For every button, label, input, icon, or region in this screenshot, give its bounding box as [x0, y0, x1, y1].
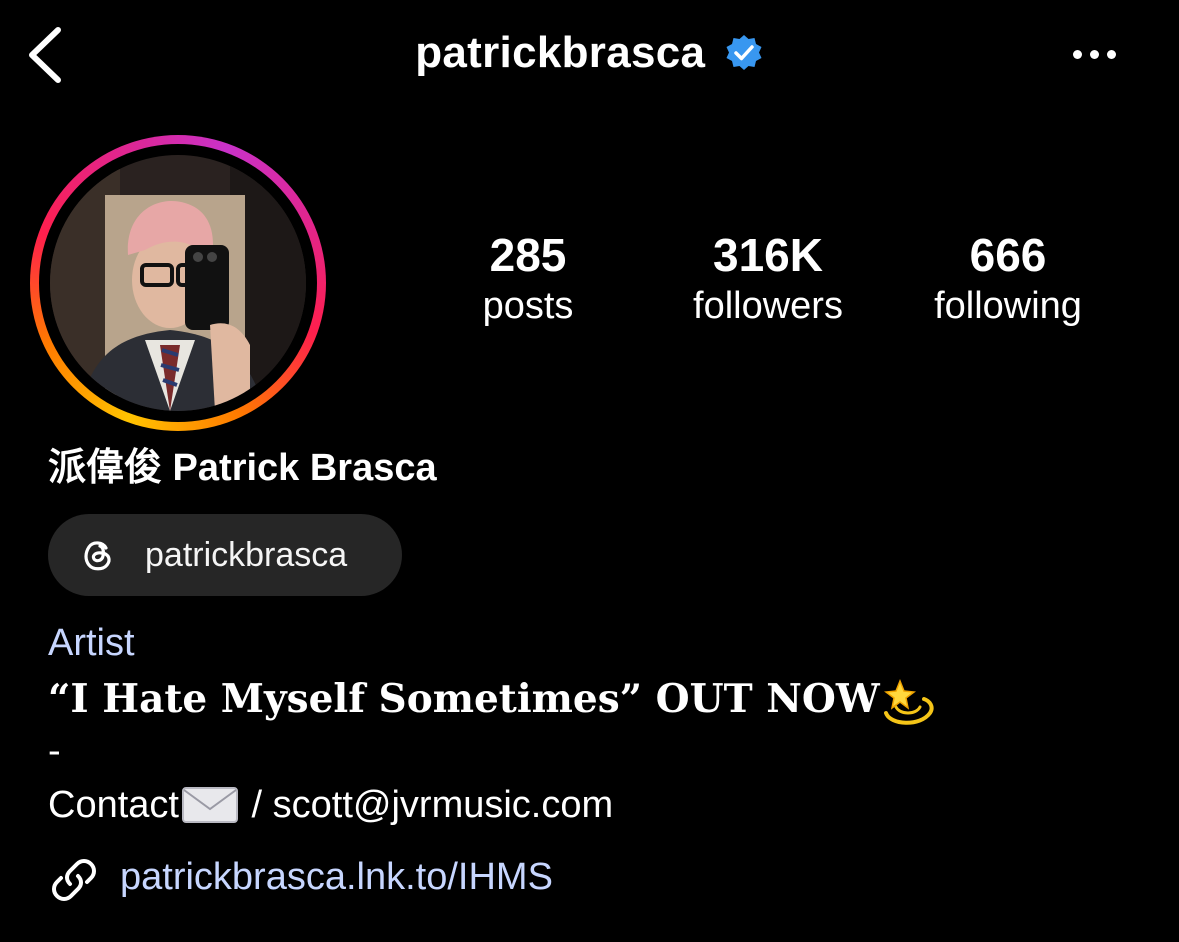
- envelope-emoji: [181, 787, 238, 823]
- stat-label: followers: [693, 285, 843, 327]
- profile-title: patrickbrasca: [0, 28, 1179, 78]
- avatar-image: [50, 155, 306, 411]
- more-options-button[interactable]: [1066, 44, 1124, 68]
- top-navigation-bar: patrickbrasca: [0, 0, 1179, 112]
- threads-handle: patrickbrasca: [145, 536, 348, 574]
- posts-count[interactable]: 285 posts: [408, 228, 648, 330]
- story-ring[interactable]: [30, 135, 326, 431]
- contact-prefix: Contact: [48, 784, 179, 827]
- profile-category: Artist: [48, 622, 135, 664]
- stat-label: posts: [482, 285, 574, 327]
- contact-email: / scott@jvrmusic.com: [240, 784, 614, 827]
- stat-value: 666: [969, 229, 1047, 281]
- bio-line: “I Hate Myself Sometimes” OUT NOW: [48, 676, 936, 727]
- bio-contact: Contact / scott@jvrmusic.com: [48, 784, 613, 830]
- dot: [1107, 50, 1116, 59]
- stat-value: 285: [489, 229, 567, 281]
- dot: [1073, 50, 1082, 59]
- bio-separator: -: [48, 730, 61, 772]
- avatar[interactable]: [50, 155, 306, 411]
- stat-label: following: [934, 285, 1082, 327]
- following-count[interactable]: 666 following: [888, 228, 1128, 330]
- threads-icon: [84, 541, 111, 571]
- username: patrickbrasca: [415, 28, 706, 77]
- followers-count[interactable]: 316K followers: [648, 228, 888, 330]
- link-icon: [52, 859, 96, 901]
- bio-link-text[interactable]: patrickbrasca.lnk.to/IHMS: [120, 856, 553, 899]
- display-name: 派偉俊 Patrick Brasca: [48, 447, 437, 489]
- dizzy-star-emoji: [883, 678, 934, 725]
- dot: [1090, 50, 1099, 59]
- stat-value: 316K: [713, 229, 823, 281]
- verified-badge-icon: [726, 35, 762, 70]
- bio-text: “I Hate Myself Sometimes” OUT NOW: [48, 676, 880, 722]
- threads-profile-link[interactable]: patrickbrasca: [48, 514, 402, 596]
